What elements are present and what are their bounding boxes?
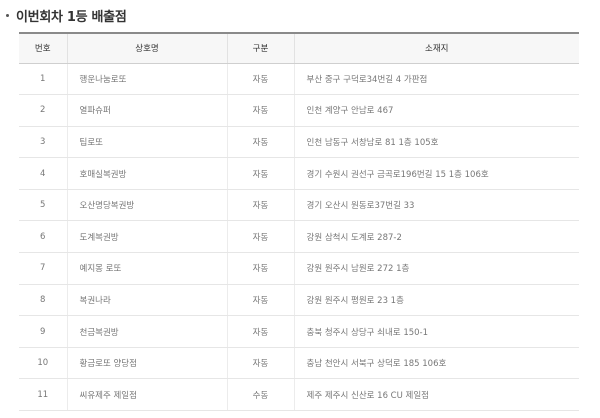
cell-address: 경기 수원시 권선구 금곡로196번길 15 1층 106호 <box>293 157 579 190</box>
cell-store-name: 오산명당복권방 <box>66 189 227 222</box>
cell-no: 6 <box>19 220 67 254</box>
table-row: 2 열파슈퍼 자동 인천 계양구 안남로 467 <box>19 94 579 127</box>
table-body: 1 행운나눔로또 자동 부산 중구 구덕로34번길 4 가판점 2 열파슈퍼 자동 인천 계양… <box>19 63 579 412</box>
cell-type: 자동 <box>226 347 294 380</box>
cell-store-name: 호매실복권방 <box>66 157 227 190</box>
cell-type: 수동 <box>226 378 294 412</box>
table-header: 번호 상호명 구분 소재지 <box>19 32 579 64</box>
cell-store-name: 황금로또 양당점 <box>66 347 227 380</box>
cell-store-name: 씨유제주 제일점 <box>66 378 227 412</box>
cell-type: 자동 <box>226 315 294 348</box>
cell-address: 강원 원주시 남원로 272 1층 <box>293 252 579 285</box>
table-row: 5 오산명당복권방 자동 경기 오산시 원동로37번길 33 <box>19 189 579 222</box>
cell-type: 자동 <box>226 189 294 222</box>
cell-store-name: 도계복권방 <box>66 220 227 254</box>
cell-no: 9 <box>19 315 67 348</box>
table-row: 11 씨유제주 제일점 수동 제주 제주시 신산로 16 CU 제일점 <box>19 378 579 412</box>
cell-no: 5 <box>19 189 67 222</box>
header-row: 번호 상호명 구분 소재지 <box>19 32 579 64</box>
header-type: 구분 <box>226 32 294 64</box>
cell-type: 자동 <box>226 63 294 96</box>
cell-no: 2 <box>19 94 67 127</box>
cell-address: 강원 삼척시 도계로 287-2 <box>293 220 579 254</box>
table-row: 9 천금복권방 자동 충북 청주시 상당구 쇠내로 150-1 <box>19 315 579 348</box>
table-row: 3 팁로또 자동 인천 남동구 서창남로 81 1층 105호 <box>19 126 579 159</box>
table-row: 6 도계복권방 자동 강원 삼척시 도계로 287-2 <box>19 220 579 254</box>
cell-no: 4 <box>19 157 67 190</box>
cell-store-name: 예지몽 로또 <box>66 252 227 285</box>
cell-type: 자동 <box>226 220 294 254</box>
header-no: 번호 <box>19 32 67 64</box>
cell-no: 3 <box>19 126 67 159</box>
cell-address: 제주 제주시 신산로 16 CU 제일점 <box>293 378 579 412</box>
section-title: 이번회차 1등 배출점 <box>6 5 127 25</box>
cell-address: 부산 중구 구덕로34번길 4 가판점 <box>293 63 579 96</box>
table-row: 1 행운나눔로또 자동 부산 중구 구덕로34번길 4 가판점 <box>19 63 579 96</box>
cell-type: 자동 <box>226 94 294 127</box>
cell-type: 자동 <box>226 126 294 159</box>
cell-store-name: 열파슈퍼 <box>66 94 227 127</box>
table-row: 7 예지몽 로또 자동 강원 원주시 남원로 272 1층 <box>19 252 579 285</box>
cell-no: 1 <box>19 63 67 96</box>
cell-address: 경기 오산시 원동로37번길 33 <box>293 189 579 222</box>
table-row: 8 복권나라 자동 강원 원주시 평원로 23 1층 <box>19 284 579 317</box>
cell-address: 인천 남동구 서창남로 81 1층 105호 <box>293 126 579 159</box>
cell-type: 자동 <box>226 157 294 190</box>
header-address: 소재지 <box>293 32 579 64</box>
table-row: 4 호매실복권방 자동 경기 수원시 권선구 금곡로196번길 15 1층 106호 <box>19 157 579 190</box>
cell-address: 충북 청주시 상당구 쇠내로 150-1 <box>293 315 579 348</box>
cell-address: 충남 천안시 서북구 상덕로 185 106호 <box>293 347 579 380</box>
cell-store-name: 행운나눔로또 <box>66 63 227 96</box>
bullet-icon <box>6 13 9 17</box>
cell-store-name: 팁로또 <box>66 126 227 159</box>
cell-type: 자동 <box>226 284 294 317</box>
cell-no: 8 <box>19 284 67 317</box>
section-title-text: 이번회차 1등 배출점 <box>16 9 127 25</box>
cell-store-name: 복권나라 <box>66 284 227 317</box>
cell-no: 10 <box>19 347 67 380</box>
cell-no: 11 <box>19 378 67 412</box>
cell-address: 인천 계양구 안남로 467 <box>293 94 579 127</box>
winning-stores-table: 번호 상호명 구분 소재지 1 행운나눔로또 자동 부산 중구 구덕로34번길 4 가… <box>19 32 579 412</box>
table-row: 10 황금로또 양당점 자동 충남 천안시 서북구 상덕로 185 106호 <box>19 347 579 380</box>
cell-store-name: 천금복권방 <box>66 315 227 348</box>
cell-no: 7 <box>19 252 67 285</box>
cell-type: 자동 <box>226 252 294 285</box>
header-store-name: 상호명 <box>66 32 227 64</box>
cell-address: 강원 원주시 평원로 23 1층 <box>293 284 579 317</box>
